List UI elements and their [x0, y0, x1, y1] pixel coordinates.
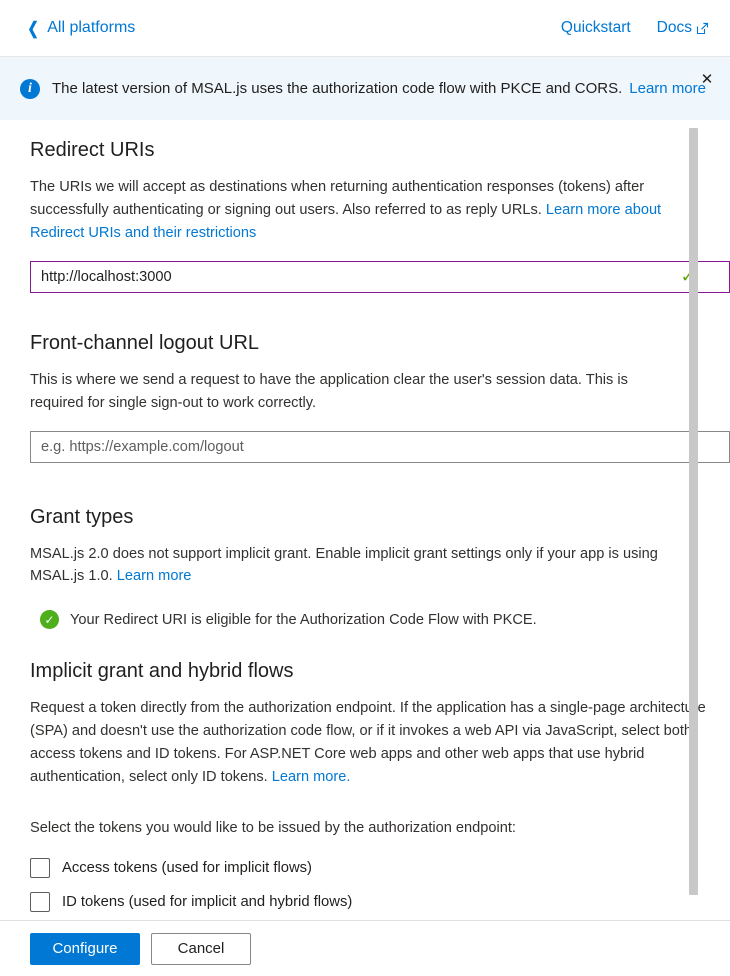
- id-tokens-checkbox-label: ID tokens (used for implicit and hybrid …: [62, 893, 353, 910]
- cancel-button[interactable]: Cancel: [151, 932, 251, 965]
- checkbox-icon: [30, 857, 50, 878]
- back-to-all-platforms-link[interactable]: ❮ All platforms: [26, 20, 135, 37]
- back-link-label: All platforms: [47, 19, 136, 36]
- info-circle-icon: i: [20, 78, 40, 99]
- docs-link[interactable]: Docs: [657, 20, 709, 36]
- redirect-uri-input[interactable]: http://localhost:3000 ✓: [30, 260, 730, 293]
- redirect-uris-description: The URIs we will accept as destinations …: [30, 176, 678, 245]
- check-circle-icon: ✓: [40, 610, 59, 630]
- token-select-prompt: Select the tokens you would like to be i…: [30, 819, 516, 836]
- access-tokens-checkbox[interactable]: Access tokens (used for implicit flows): [30, 857, 730, 878]
- chevron-left-icon: ❮: [27, 18, 39, 38]
- settings-content: Redirect URIs The URIs we will accept as…: [0, 120, 730, 912]
- implicit-grant-learn-more-link[interactable]: Learn more.: [272, 769, 351, 785]
- close-icon[interactable]: ✕: [698, 70, 716, 88]
- implicit-grant-title: Implicit grant and hybrid flows: [30, 660, 294, 683]
- external-link-icon: [696, 22, 709, 35]
- configure-button[interactable]: Configure: [30, 932, 140, 965]
- scrollbar-thumb[interactable]: [689, 128, 698, 895]
- front-channel-logout-placeholder: e.g. https://example.com/logout: [41, 438, 244, 455]
- front-channel-logout-title: Front-channel logout URL: [30, 331, 260, 354]
- front-channel-logout-input[interactable]: e.g. https://example.com/logout: [30, 430, 730, 463]
- grant-types-learn-more-link[interactable]: Learn more: [117, 568, 192, 584]
- banner-learn-more-link[interactable]: Learn more: [629, 80, 706, 97]
- id-tokens-checkbox[interactable]: ID tokens (used for implicit and hybrid …: [30, 891, 730, 912]
- settings-scroll-region: Redirect URIs The URIs we will accept as…: [0, 120, 730, 920]
- pkce-eligibility-status: ✓ Your Redirect URI is eligible for the …: [40, 610, 730, 630]
- quickstart-link[interactable]: Quickstart: [561, 20, 631, 36]
- checkbox-icon: [30, 891, 50, 912]
- top-bar-links: Quickstart Docs: [561, 20, 709, 36]
- implicit-grant-description-text: Request a token directly from the author…: [30, 700, 706, 786]
- grant-types-title: Grant types: [30, 505, 134, 528]
- docs-label: Docs: [656, 19, 692, 37]
- vertical-scrollbar[interactable]: [689, 120, 698, 920]
- quickstart-label: Quickstart: [560, 19, 631, 37]
- top-bar: ❮ All platforms Quickstart Docs: [0, 0, 730, 57]
- redirect-uri-input-value: http://localhost:3000: [41, 268, 172, 285]
- implicit-grant-description: Request a token directly from the author…: [30, 697, 706, 789]
- access-tokens-checkbox-label: Access tokens (used for implicit flows): [62, 859, 312, 876]
- redirect-uris-title: Redirect URIs: [30, 139, 155, 161]
- banner-message: The latest version of MSAL.js uses the a…: [52, 79, 623, 97]
- pkce-eligibility-text: Your Redirect URI is eligible for the Au…: [70, 611, 537, 628]
- grant-types-description: MSAL.js 2.0 does not support implicit gr…: [30, 543, 678, 589]
- dialog-footer: Configure Cancel: [0, 920, 730, 976]
- front-channel-logout-description: This is where we send a request to have …: [30, 371, 628, 411]
- banner-message-wrapper: The latest version of MSAL.js uses the a…: [52, 79, 706, 99]
- info-banner: i The latest version of MSAL.js uses the…: [0, 57, 730, 120]
